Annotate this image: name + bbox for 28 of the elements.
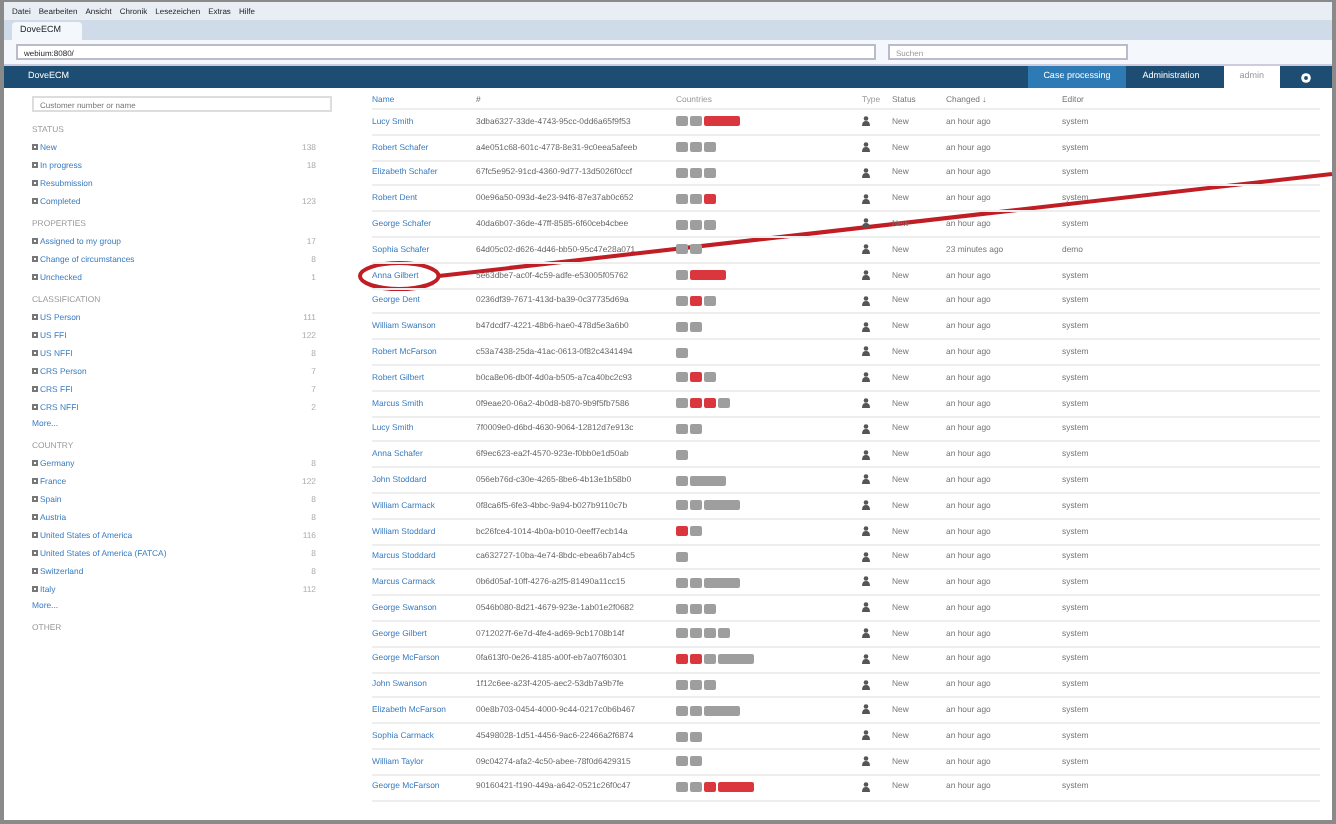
person-icon xyxy=(862,756,870,767)
person-icon xyxy=(862,500,870,511)
person-icon xyxy=(862,679,870,690)
person-icon xyxy=(862,449,870,459)
person-icon xyxy=(862,141,870,152)
person-icon xyxy=(862,423,870,434)
person-icon xyxy=(862,244,870,255)
person-icon xyxy=(862,576,870,587)
person-icon xyxy=(862,269,870,280)
settings-icon[interactable] xyxy=(1300,71,1312,83)
person-icon xyxy=(862,781,870,792)
person-icon xyxy=(862,730,870,741)
person-icon xyxy=(862,116,870,127)
person-icon xyxy=(862,193,870,204)
person-icon xyxy=(862,372,870,383)
person-icon xyxy=(862,346,870,357)
person-icon xyxy=(862,551,870,562)
person-icon xyxy=(862,474,870,485)
person-icon xyxy=(862,218,870,229)
person-icon xyxy=(862,704,870,715)
person-icon xyxy=(862,397,870,408)
person-icon xyxy=(862,628,870,639)
person-icon xyxy=(862,602,870,613)
person-icon xyxy=(862,653,870,664)
person-icon xyxy=(862,321,870,332)
person-icon xyxy=(862,295,870,306)
person-icon xyxy=(862,525,870,536)
person-icon xyxy=(862,167,870,178)
